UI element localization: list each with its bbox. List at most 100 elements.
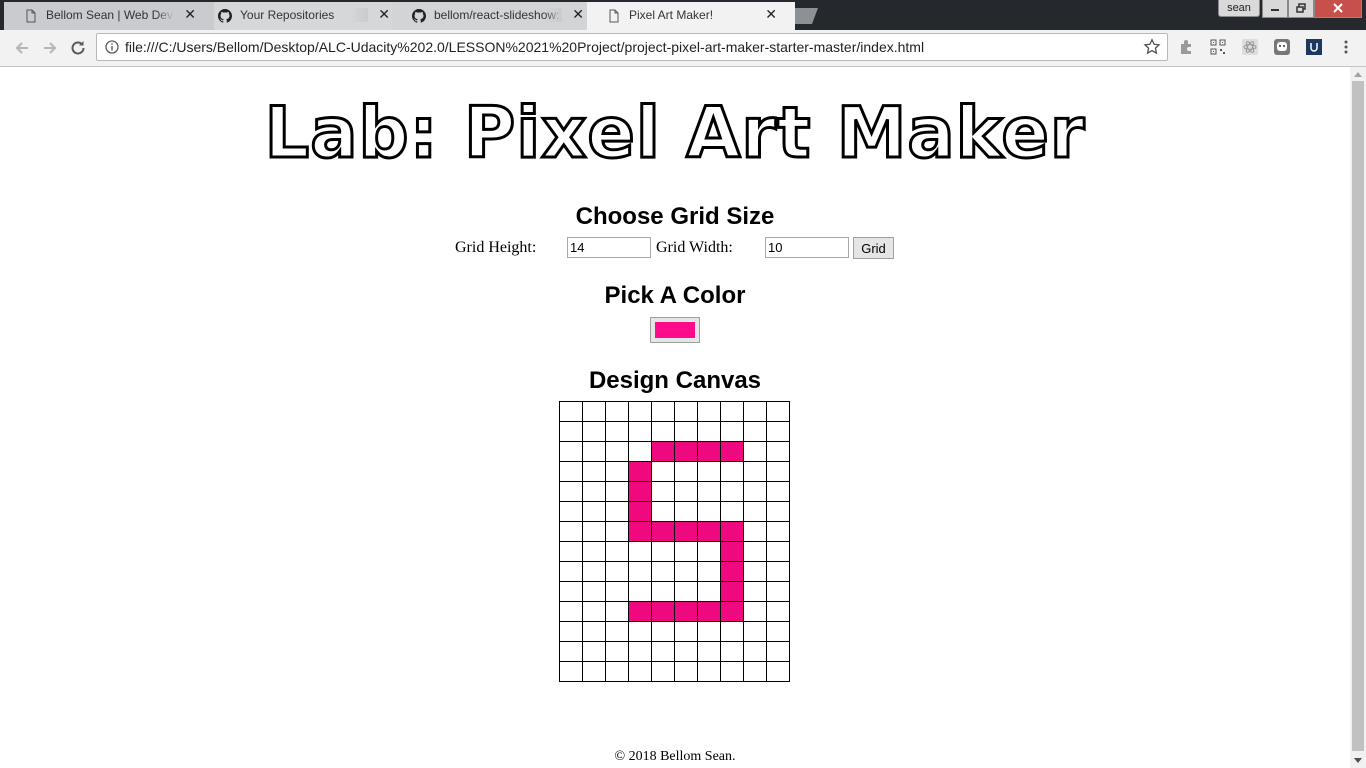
pixel-cell[interactable] xyxy=(605,501,629,522)
pixel-cell[interactable] xyxy=(674,501,698,522)
react-devtools-icon[interactable] xyxy=(1242,39,1258,55)
pixel-cell[interactable] xyxy=(766,401,790,422)
pixel-cell[interactable] xyxy=(582,561,606,582)
forward-arrow-icon[interactable] xyxy=(40,38,60,58)
pixel-cell[interactable] xyxy=(720,441,744,462)
pixel-cell[interactable] xyxy=(766,441,790,462)
pixel-cell[interactable] xyxy=(559,421,583,442)
pixel-cell[interactable] xyxy=(559,501,583,522)
pixel-cell[interactable] xyxy=(559,401,583,422)
pixel-cell[interactable] xyxy=(766,661,790,682)
pixel-cell[interactable] xyxy=(697,501,721,522)
pixel-cell[interactable] xyxy=(559,481,583,502)
pixel-cell[interactable] xyxy=(651,541,675,562)
pixel-cell[interactable] xyxy=(743,541,767,562)
pixel-cell[interactable] xyxy=(743,561,767,582)
pixel-cell[interactable] xyxy=(582,581,606,602)
pixel-cell[interactable] xyxy=(697,441,721,462)
pixel-cell[interactable] xyxy=(651,481,675,502)
scrollbar[interactable] xyxy=(1350,67,1366,768)
pixel-cell[interactable] xyxy=(697,541,721,562)
pixel-cell[interactable] xyxy=(628,601,652,622)
pixel-cell[interactable] xyxy=(743,481,767,502)
pixel-cell[interactable] xyxy=(582,661,606,682)
pixel-cell[interactable] xyxy=(766,501,790,522)
pixel-cell[interactable] xyxy=(674,461,698,482)
pixel-cell[interactable] xyxy=(697,561,721,582)
back-arrow-icon[interactable] xyxy=(12,38,32,58)
pixel-cell[interactable] xyxy=(582,541,606,562)
pixel-cell[interactable] xyxy=(766,461,790,482)
pixel-cell[interactable] xyxy=(697,581,721,602)
pixel-cell[interactable] xyxy=(651,521,675,542)
scroll-thumb[interactable] xyxy=(1352,81,1364,751)
pixel-cell[interactable] xyxy=(651,461,675,482)
pixel-cell[interactable] xyxy=(628,621,652,642)
pixel-cell[interactable] xyxy=(766,641,790,662)
pixel-cell[interactable] xyxy=(605,541,629,562)
pixel-cell[interactable] xyxy=(651,641,675,662)
tab-pixel-art-maker[interactable]: Pixel Art Maker! ✕ xyxy=(587,2,795,30)
pixel-cell[interactable] xyxy=(605,461,629,482)
pixel-cell[interactable] xyxy=(720,501,744,522)
pixel-cell[interactable] xyxy=(743,461,767,482)
close-icon[interactable]: ✕ xyxy=(184,7,196,23)
pixel-cell[interactable] xyxy=(582,501,606,522)
pixel-cell[interactable] xyxy=(674,621,698,642)
grid-height-input[interactable] xyxy=(567,237,651,258)
pixel-cell[interactable] xyxy=(582,461,606,482)
pixel-cell[interactable] xyxy=(628,481,652,502)
reload-icon[interactable] xyxy=(68,38,88,58)
udacity-icon[interactable] xyxy=(1306,39,1322,55)
pixel-cell[interactable] xyxy=(651,561,675,582)
pixel-cell[interactable] xyxy=(766,601,790,622)
pixel-cell[interactable] xyxy=(628,661,652,682)
pixel-cell[interactable] xyxy=(628,501,652,522)
pixel-cell[interactable] xyxy=(766,481,790,502)
pixel-cell[interactable] xyxy=(559,601,583,622)
pixel-cell[interactable] xyxy=(720,621,744,642)
pixel-cell[interactable] xyxy=(605,641,629,662)
qr-code-icon[interactable] xyxy=(1210,39,1226,55)
pixel-cell[interactable] xyxy=(651,401,675,422)
pixel-cell[interactable] xyxy=(766,521,790,542)
pixel-cell[interactable] xyxy=(674,661,698,682)
pixel-cell[interactable] xyxy=(582,421,606,442)
scroll-down-arrow[interactable] xyxy=(1354,758,1362,763)
pixel-cell[interactable] xyxy=(582,401,606,422)
color-picker[interactable] xyxy=(650,317,700,343)
close-icon[interactable]: ✕ xyxy=(572,7,584,23)
puzzle-extension-icon[interactable] xyxy=(1178,39,1194,55)
pixel-cell[interactable] xyxy=(628,561,652,582)
pixel-cell[interactable] xyxy=(720,481,744,502)
pixel-cell[interactable] xyxy=(651,441,675,462)
pixel-cell[interactable] xyxy=(559,641,583,662)
pixel-cell[interactable] xyxy=(766,541,790,562)
pixel-cell[interactable] xyxy=(743,441,767,462)
pixel-cell[interactable] xyxy=(720,541,744,562)
pixel-cell[interactable] xyxy=(651,581,675,602)
pixel-cell[interactable] xyxy=(674,481,698,502)
pixel-cell[interactable] xyxy=(743,621,767,642)
ghost-extension-icon[interactable] xyxy=(1274,39,1290,55)
pixel-cell[interactable] xyxy=(628,421,652,442)
pixel-cell[interactable] xyxy=(605,441,629,462)
pixel-cell[interactable] xyxy=(628,641,652,662)
pixel-cell[interactable] xyxy=(628,541,652,562)
pixel-cell[interactable] xyxy=(720,601,744,622)
pixel-cell[interactable] xyxy=(559,621,583,642)
pixel-cell[interactable] xyxy=(559,661,583,682)
pixel-cell[interactable] xyxy=(697,601,721,622)
pixel-cell[interactable] xyxy=(559,581,583,602)
pixel-cell[interactable] xyxy=(743,581,767,602)
scroll-up-arrow[interactable] xyxy=(1354,72,1362,77)
pixel-cell[interactable] xyxy=(674,401,698,422)
pixel-cell[interactable] xyxy=(743,521,767,542)
tab-react-slideshow[interactable]: bellom/react-slideshow: A ✕ xyxy=(392,2,602,30)
window-close-button[interactable] xyxy=(1314,0,1362,18)
pixel-cell[interactable] xyxy=(651,621,675,642)
pixel-cell[interactable] xyxy=(582,441,606,462)
pixel-cell[interactable] xyxy=(697,621,721,642)
pixel-cell[interactable] xyxy=(559,521,583,542)
pixel-cell[interactable] xyxy=(559,441,583,462)
